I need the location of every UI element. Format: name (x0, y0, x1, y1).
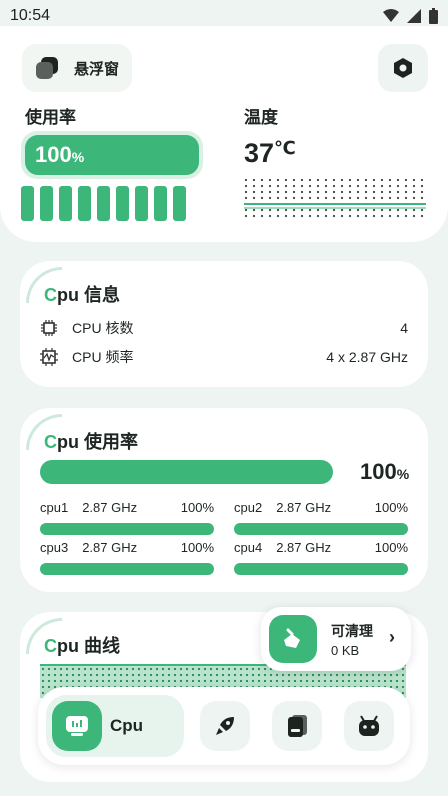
broom-icon (269, 615, 317, 663)
nav-item-storage[interactable] (272, 701, 322, 751)
usage-bar (116, 186, 129, 221)
floating-window-toggle[interactable]: 悬浮窗 (22, 44, 132, 92)
title-accent-letter: C (44, 285, 57, 305)
core-usage-cpu2: cpu2 2.87 GHz 100% (234, 500, 408, 535)
core-usage-cpu3: cpu3 2.87 GHz 100% (40, 540, 214, 575)
temperature-unit: ℃ (274, 138, 296, 158)
android-icon (359, 715, 379, 736)
temperature-number: 37 (244, 138, 275, 168)
cpu-cores-row: CPU 核数 4 (40, 317, 408, 339)
core-name: cpu4 (234, 540, 263, 555)
cpu-icon (52, 701, 102, 751)
core-usage-bar (234, 563, 408, 575)
core-name: cpu1 (40, 500, 69, 515)
usage-bar (135, 186, 148, 221)
cpu-curve-title: Cpu 曲线 (44, 632, 120, 658)
status-time: 10:54 (10, 7, 51, 24)
core-frequency: 2.87 GHz (82, 500, 138, 515)
core-percent: 100% (180, 540, 214, 555)
nav-item-android[interactable] (344, 701, 394, 751)
title-accent-letter: C (44, 636, 57, 656)
core-frequency: 2.87 GHz (276, 500, 332, 515)
usage-bar (59, 186, 72, 221)
settings-button[interactable] (378, 44, 428, 92)
usage-bar (154, 186, 167, 221)
core-usage-bar (40, 563, 214, 575)
total-usage-unit: % (396, 466, 410, 482)
status-icons (383, 8, 438, 24)
cpu-frequency-label: CPU 频率 (72, 349, 134, 365)
battery-icon (429, 8, 438, 24)
title-accent-letter: C (44, 432, 57, 452)
wifi-icon (383, 9, 399, 22)
usage-meter: 100% (21, 131, 203, 179)
usage-meter-fill: 100% (25, 135, 199, 175)
core-frequency: 2.87 GHz (82, 540, 138, 555)
cpu-usage-title: Cpu 使用率 (44, 428, 138, 454)
core-frequency: 2.87 GHz (276, 540, 332, 555)
floating-window-icon (36, 57, 58, 79)
total-usage-bar (40, 460, 333, 484)
floating-window-label: 悬浮窗 (74, 60, 120, 78)
bottom-navigation: Cpu (38, 687, 410, 765)
usage-bar (97, 186, 110, 221)
nav-item-cpu[interactable]: Cpu (46, 695, 184, 757)
usage-unit: % (71, 149, 85, 165)
core-percent: 100% (374, 540, 408, 555)
title-text: pu 使用率 (57, 432, 138, 452)
usage-label: 使用率 (25, 108, 76, 127)
usage-bar (40, 186, 53, 221)
clean-cache-popup[interactable]: 可清理 0 KB › (261, 607, 411, 671)
temperature-label: 温度 (244, 108, 278, 127)
title-text: pu 曲线 (57, 636, 120, 656)
temperature-value: 37℃ (244, 138, 296, 169)
cpu-frequency-value: 4 x 2.87 GHz (326, 349, 408, 365)
clean-size: 0 KB (331, 643, 360, 658)
frequency-icon (40, 348, 58, 366)
core-usage-cpu1: cpu1 2.87 GHz 100% (40, 500, 214, 535)
usage-value: 100 (35, 142, 72, 167)
cpu-usage-card: Cpu 使用率 100% cpu1 2.87 GHz 100% cpu2 2.87 G… (20, 408, 428, 592)
usage-bar (78, 186, 91, 221)
chevron-right-icon: › (389, 627, 395, 647)
cpu-cores-value: 4 (400, 320, 408, 336)
temperature-graph (244, 178, 426, 220)
storage-icon (288, 715, 307, 737)
title-text: pu 信息 (57, 285, 120, 305)
chip-icon (41, 320, 57, 336)
signal-icon (407, 9, 421, 23)
settings-icon (394, 58, 412, 78)
nav-item-boost[interactable] (200, 701, 250, 751)
core-usage-bar (234, 523, 408, 535)
core-usage-bar (40, 523, 214, 535)
core-name: cpu2 (234, 500, 263, 515)
core-usage-cpu4: cpu4 2.87 GHz 100% (234, 540, 408, 575)
total-usage-number: 100 (360, 459, 397, 484)
nav-cpu-label: Cpu (110, 716, 144, 735)
cpu-info-title: Cpu 信息 (44, 281, 120, 307)
core-percent: 100% (374, 500, 408, 515)
usage-bar (173, 186, 186, 221)
usage-bars (21, 186, 186, 221)
cpu-info-card: Cpu 信息 CPU 核数 4 CPU 频率 4 x 2.87 GHz (20, 261, 428, 387)
core-percent: 100% (180, 500, 214, 515)
usage-bar (21, 186, 34, 221)
clean-title: 可清理 (331, 623, 373, 639)
core-name: cpu3 (40, 540, 69, 555)
total-usage-value: 100% (360, 459, 409, 485)
cpu-frequency-row: CPU 频率 4 x 2.87 GHz (40, 346, 408, 368)
cpu-cores-label: CPU 核数 (72, 320, 134, 336)
rocket-icon (216, 717, 234, 735)
